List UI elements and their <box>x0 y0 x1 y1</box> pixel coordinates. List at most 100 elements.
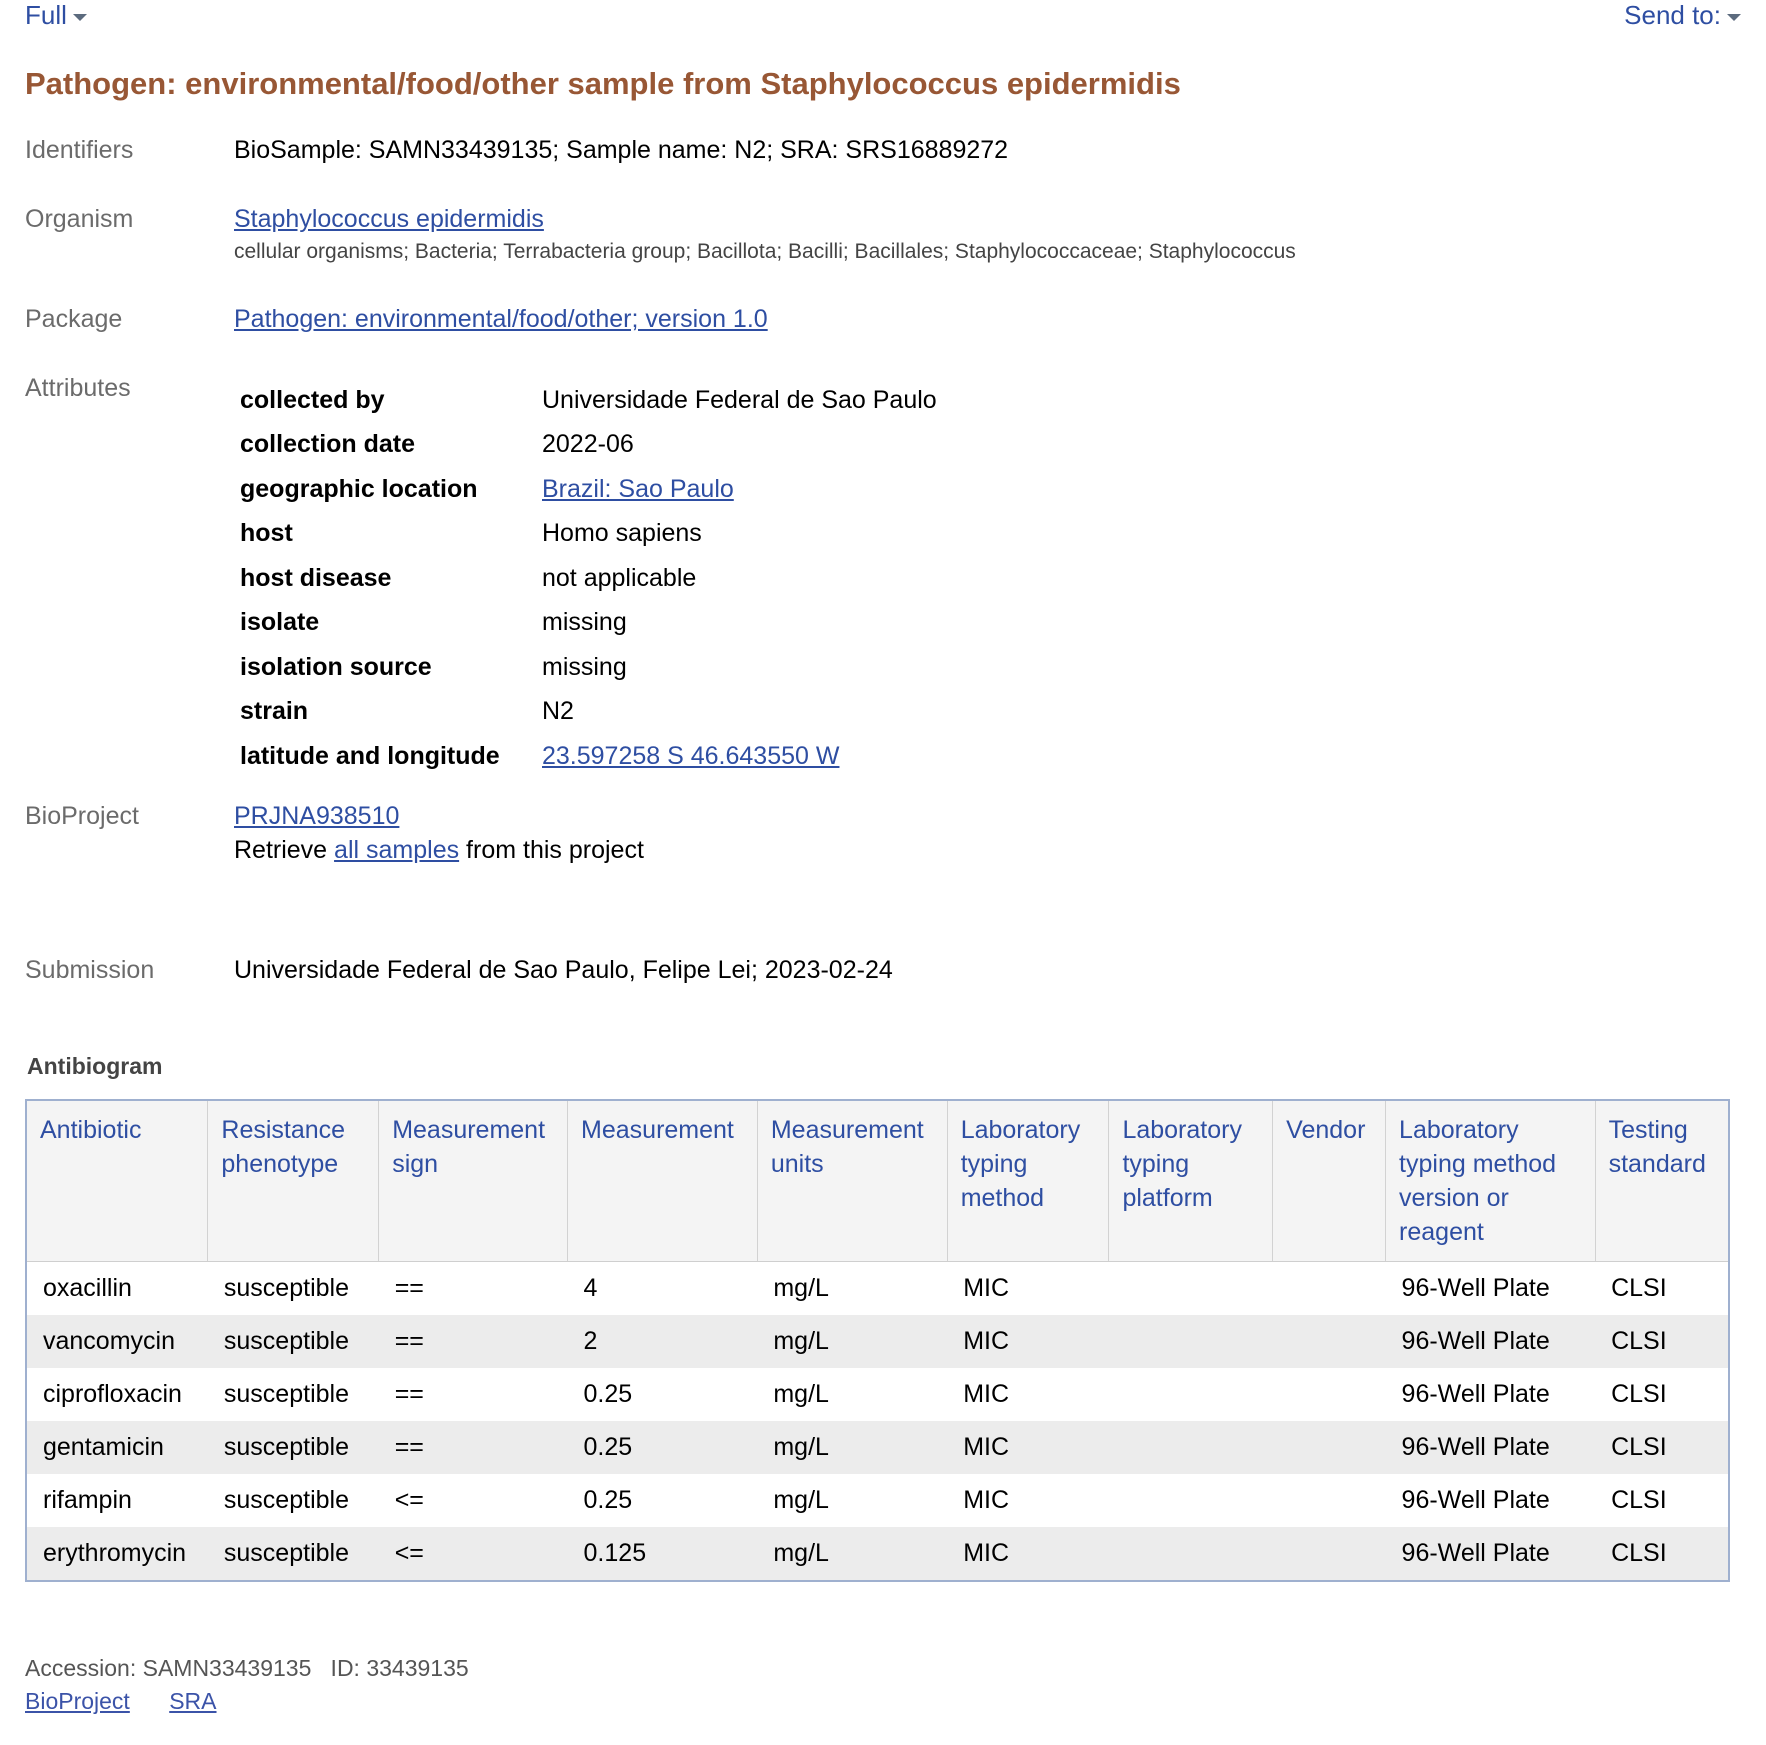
organism-label: Organism <box>25 205 134 233</box>
attribute-key: geographic location <box>240 474 478 503</box>
attribute-row: isolation source missing <box>234 645 943 690</box>
attribute-row: collected by Universidade Federal de Sao … <box>234 378 943 423</box>
table-cell: 0.25 <box>567 1368 758 1421</box>
table-cell: vancomycin <box>26 1315 208 1368</box>
table-cell: 96-Well Plate <box>1385 1261 1596 1315</box>
table-cell <box>1272 1261 1386 1315</box>
table-cell <box>1108 1474 1273 1527</box>
table-cell: susceptible <box>207 1368 379 1421</box>
table-cell <box>1108 1368 1273 1421</box>
column-header: Laboratory typing method <box>946 1100 1109 1262</box>
column-header: Testing standard <box>1594 1100 1729 1262</box>
all-samples-link[interactable]: all samples <box>334 836 459 864</box>
attribute-row: isolate missing <box>234 601 943 646</box>
attribute-key: latitude and longitude <box>240 741 500 770</box>
table-cell: 4 <box>567 1261 758 1315</box>
attribute-key: isolate <box>240 608 320 637</box>
table-cell <box>1272 1421 1386 1474</box>
table-row: vancomycin susceptible == 2 mg/L MIC 96-Well P… <box>26 1315 1729 1368</box>
attribute-value: Homo sapiens <box>542 519 702 548</box>
table-row: erythromycin susceptible <= 0.125 mg/L MIC 96-… <box>26 1527 1729 1581</box>
table-cell: mg/L <box>757 1474 948 1527</box>
table-cell: mg/L <box>757 1527 948 1581</box>
table-cell: susceptible <box>207 1261 379 1315</box>
page-title: Pathogen: environmental/food/other sampl… <box>25 66 1181 101</box>
retrieve-prefix: Retrieve <box>234 836 335 864</box>
table-cell: MIC <box>947 1315 1109 1368</box>
footer-links: BioProject SRA <box>25 1688 250 1715</box>
table-cell: <= <box>378 1527 568 1581</box>
attribute-value: missing <box>542 652 627 681</box>
table-cell <box>1108 1315 1273 1368</box>
table-cell: 0.25 <box>567 1421 758 1474</box>
table-cell <box>1272 1315 1386 1368</box>
table-cell: MIC <box>947 1368 1109 1421</box>
table-cell: MIC <box>947 1527 1109 1581</box>
table-row: rifampin susceptible <= 0.25 mg/L MIC 96-Well … <box>26 1474 1729 1527</box>
table-cell: erythromycin <box>26 1527 208 1581</box>
table-cell <box>1272 1527 1386 1581</box>
identifiers-label: Identifiers <box>25 136 134 164</box>
attribute-key: strain <box>240 697 309 726</box>
attribute-value-link[interactable]: 23.597258 S 46.643550 W <box>542 742 839 770</box>
antibiogram-header-row: Antibiotic Resistance phenotype Measuremen… <box>26 1100 1729 1262</box>
antibiogram-title: Antibiogram <box>27 1053 163 1079</box>
chevron-down-icon <box>72 13 87 21</box>
column-header: Resistance phenotype <box>207 1100 379 1262</box>
attribute-value-cell[interactable]: 23.597258 S 46.643550 W <box>536 734 943 779</box>
retrieve-suffix: from this project <box>459 836 644 864</box>
table-cell: susceptible <box>207 1474 379 1527</box>
table-row: ciprofloxacin susceptible == 0.25 mg/L MIC 96-… <box>26 1368 1729 1421</box>
attribute-value: N2 <box>542 697 574 726</box>
table-cell: == <box>378 1421 568 1474</box>
table-row: gentamicin susceptible == 0.25 mg/L MIC 96-Wel… <box>26 1421 1729 1474</box>
table-cell: CLSI <box>1595 1527 1729 1581</box>
attributes-table: collected by Universidade Federal de Sao … <box>234 378 943 779</box>
table-cell: CLSI <box>1595 1368 1729 1421</box>
table-cell: mg/L <box>757 1261 948 1315</box>
attribute-key: collection date <box>240 430 416 459</box>
column-header: Measurement sign <box>378 1100 568 1262</box>
table-cell: CLSI <box>1595 1421 1729 1474</box>
format-label: Full <box>25 0 67 30</box>
attributes-label: Attributes <box>25 374 131 402</box>
table-cell: MIC <box>947 1474 1109 1527</box>
attribute-row: strain N2 <box>234 690 943 735</box>
submission-label: Submission <box>25 956 155 984</box>
table-cell: oxacillin <box>26 1261 208 1315</box>
table-cell: MIC <box>947 1421 1109 1474</box>
table-cell: CLSI <box>1595 1261 1729 1315</box>
table-cell <box>1108 1527 1273 1581</box>
column-header: Antibiotic <box>26 1100 208 1262</box>
attribute-row: latitude and longitude 23.597258 S 46.643… <box>234 734 943 779</box>
attribute-value: not applicable <box>542 563 697 592</box>
attribute-value-cell[interactable]: Brazil: Sao Paulo <box>536 467 943 512</box>
table-cell: mg/L <box>757 1315 948 1368</box>
attribute-value-link[interactable]: Brazil: Sao Paulo <box>542 475 734 503</box>
bioproject-link[interactable]: PRJNA938510 <box>234 802 399 831</box>
footer-link-sra[interactable]: SRA <box>169 1688 216 1714</box>
attribute-key: host disease <box>240 563 392 592</box>
format-dropdown[interactable]: Full <box>25 0 87 30</box>
attribute-row: collection date 2022-06 <box>234 423 943 468</box>
table-cell: 96-Well Plate <box>1385 1474 1596 1527</box>
table-cell: == <box>378 1315 568 1368</box>
table-cell: mg/L <box>757 1368 948 1421</box>
column-header: Laboratory typing method version or reag… <box>1385 1100 1596 1262</box>
retrieve-samples-line: Retrieve all samples from this project <box>234 836 644 865</box>
send-to-dropdown[interactable]: Send to: <box>1624 0 1741 30</box>
table-cell: susceptible <box>207 1527 379 1581</box>
submission-value: Universidade Federal de Sao Paulo, Felip… <box>234 956 893 984</box>
footer-link-bioproject[interactable]: BioProject <box>25 1688 130 1714</box>
package-label: Package <box>25 305 123 333</box>
antibiogram-table: Antibiotic Resistance phenotype Measuremen… <box>25 1099 1730 1582</box>
table-cell <box>1108 1261 1273 1315</box>
package-link[interactable]: Pathogen: environmental/food/other; vers… <box>234 305 768 334</box>
table-cell: 0.25 <box>567 1474 758 1527</box>
table-cell: MIC <box>947 1261 1109 1315</box>
column-header: Vendor <box>1272 1100 1386 1262</box>
table-cell <box>1272 1368 1386 1421</box>
organism-link[interactable]: Staphylococcus epidermidis <box>234 205 544 234</box>
attribute-value: Universidade Federal de Sao Paulo <box>542 385 937 414</box>
table-cell: susceptible <box>207 1421 379 1474</box>
